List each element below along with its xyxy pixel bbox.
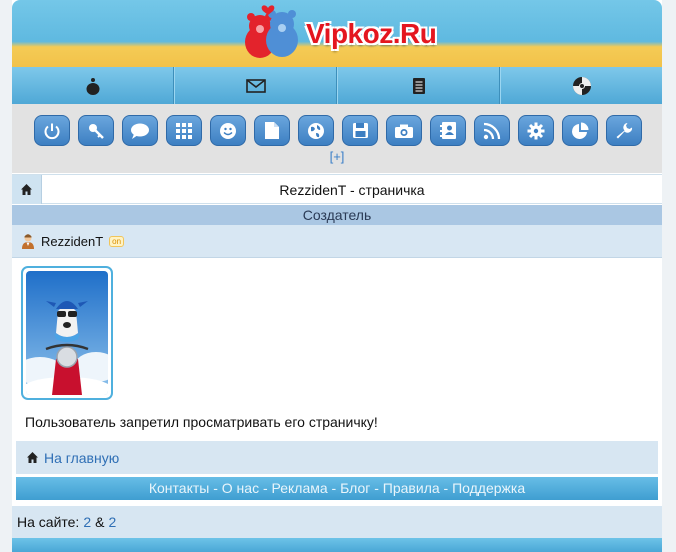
online-label: На сайте: — [17, 514, 80, 530]
chat-icon — [131, 123, 149, 139]
home-link-row: На главную — [16, 441, 658, 474]
pie-chart-icon — [572, 122, 589, 139]
document-button[interactable] — [254, 115, 290, 146]
rss-button[interactable] — [474, 115, 510, 146]
online-status-badge: on — [109, 235, 125, 247]
footer-links[interactable]: Контакты - О нас - Реклама - Блог - Прав… — [16, 477, 658, 500]
nav-profile[interactable] — [12, 67, 174, 104]
online-separator: & — [95, 514, 105, 530]
page: Vipkoz.Ru [+] RezzidenT - страничка Созд… — [12, 0, 662, 552]
key-icon — [89, 123, 104, 139]
bottom-bar — [12, 538, 662, 552]
key-button[interactable] — [78, 115, 114, 146]
online-count-b[interactable]: 2 — [108, 514, 116, 530]
home-icon — [27, 452, 38, 463]
home-button[interactable] — [12, 175, 42, 204]
contacts-icon — [439, 122, 456, 139]
home-icon — [21, 184, 32, 195]
avatar-photo — [26, 271, 108, 395]
power-icon — [44, 123, 60, 139]
user-avatar-small-icon — [22, 234, 34, 249]
online-count-a[interactable]: 2 — [83, 514, 91, 530]
document-icon — [265, 122, 279, 139]
apps-button[interactable] — [166, 115, 202, 146]
stats-button[interactable] — [562, 115, 598, 146]
logo-text: Vipkoz.Ru — [306, 18, 437, 49]
rss-icon — [483, 122, 501, 139]
teddy-bears-icon — [245, 5, 298, 58]
power-button[interactable] — [34, 115, 70, 146]
smiley-icon — [220, 122, 236, 139]
mail-icon — [245, 78, 266, 93]
expand-toggle[interactable]: [+] — [12, 149, 662, 164]
gear-icon — [527, 122, 545, 139]
wrench-icon — [616, 122, 633, 138]
nav-mail[interactable] — [174, 67, 337, 104]
tools-button[interactable] — [606, 115, 642, 146]
section-header: Создатель — [12, 205, 662, 225]
save-button[interactable] — [342, 115, 378, 146]
quick-icons-bar: [+] — [12, 104, 662, 173]
floppy-icon — [352, 123, 368, 138]
page-title-bar: RezzidenT - страничка — [12, 174, 662, 204]
home-link[interactable]: На главную — [44, 450, 119, 466]
nav-music[interactable] — [500, 67, 662, 104]
user-avatar — [21, 266, 113, 400]
camera-button[interactable] — [386, 115, 422, 146]
contacts-button[interactable] — [430, 115, 466, 146]
privacy-message: Пользователь запретил просматривать его … — [25, 414, 378, 430]
settings-button[interactable] — [518, 115, 554, 146]
top-navigation — [12, 67, 662, 104]
user-row: RezzidenT on — [12, 225, 662, 258]
disc-icon — [572, 76, 591, 95]
notebook-icon — [412, 77, 425, 94]
user-icon — [86, 77, 99, 95]
smiley-button[interactable] — [210, 115, 246, 146]
nav-notebook[interactable] — [337, 67, 500, 104]
globe-button[interactable] — [298, 115, 334, 146]
chat-button[interactable] — [122, 115, 158, 146]
camera-icon — [395, 124, 413, 138]
online-counter: На сайте: 2 & 2 — [12, 506, 662, 538]
globe-icon — [308, 122, 324, 139]
user-name-link[interactable]: RezzidenT — [41, 234, 103, 249]
page-title: RezzidenT - страничка — [279, 182, 425, 198]
site-logo[interactable]: Vipkoz.Ru — [238, 4, 438, 62]
grid-icon — [176, 122, 192, 139]
site-header: Vipkoz.Ru — [12, 0, 662, 67]
